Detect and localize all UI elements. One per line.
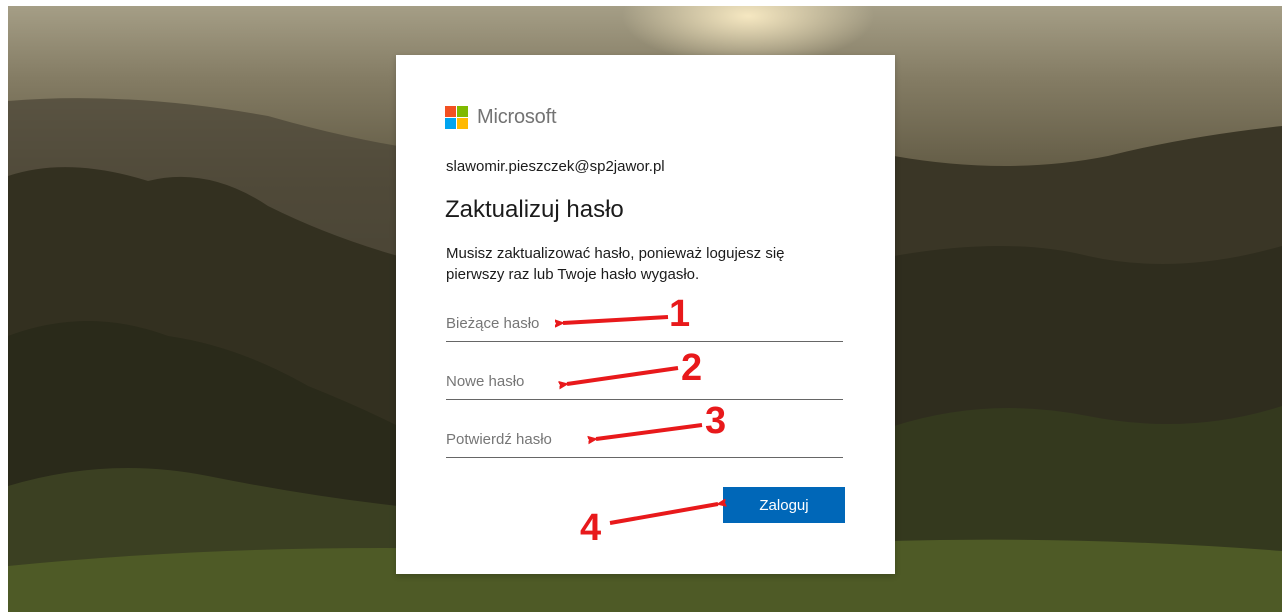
microsoft-logo-icon [445, 106, 468, 129]
new-password-input[interactable] [446, 368, 843, 400]
logo-square-yellow [457, 118, 468, 129]
description-text: Musisz zaktualizować hasło, ponieważ log… [446, 245, 785, 283]
microsoft-logo: Microsoft [445, 106, 557, 129]
logo-square-green [457, 106, 468, 117]
account-email: slawomir.pieszczek@sp2jawor.pl [446, 158, 665, 175]
confirm-password-input[interactable] [446, 426, 843, 458]
annotation-label-3: 3 [705, 400, 727, 442]
logo-square-red [445, 106, 456, 117]
sign-in-button[interactable]: Zaloguj [723, 487, 845, 523]
annotation-label-1: 1 [669, 293, 691, 335]
brand-name: Microsoft [477, 106, 557, 128]
current-password-input[interactable] [446, 310, 843, 342]
page-title: Zaktualizuj hasło [445, 196, 624, 223]
logo-square-blue [445, 118, 456, 129]
annotation-label-4: 4 [580, 507, 602, 549]
sign-in-card: Microsoft slawomir.pieszczek@sp2jawor.pl… [396, 55, 895, 574]
annotation-label-2: 2 [681, 347, 703, 389]
